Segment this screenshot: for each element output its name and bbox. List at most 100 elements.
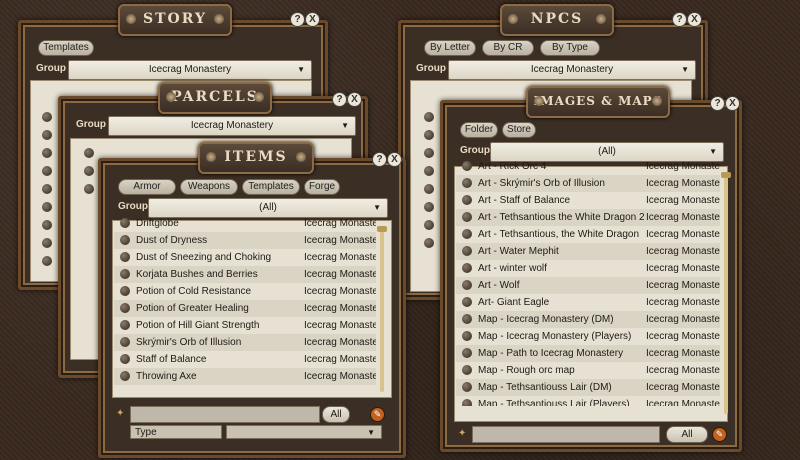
story-group-select[interactable]: Icecrag Monastery ▼ xyxy=(68,60,312,80)
npcs-help-button[interactable]: ? xyxy=(672,12,687,27)
npcs-row-icon[interactable] xyxy=(424,130,434,140)
npcs-row-icon[interactable] xyxy=(424,166,434,176)
images-all-button[interactable]: All xyxy=(666,426,708,443)
images-scrollbar[interactable] xyxy=(721,172,731,414)
tab-armor[interactable]: Armor xyxy=(118,179,176,195)
story-row-icon[interactable] xyxy=(42,202,52,212)
npcs-row-icon[interactable] xyxy=(424,112,434,122)
record-link-icon[interactable] xyxy=(120,337,130,347)
parcels-close-button[interactable]: X xyxy=(347,92,362,107)
record-link-icon[interactable] xyxy=(462,195,472,205)
story-title[interactable]: Story xyxy=(118,4,232,36)
list-item[interactable]: Art - Tethsantious the White Dragon 2 Ice… xyxy=(456,209,720,226)
tab-forge[interactable]: Forge xyxy=(304,179,340,195)
images-close-button[interactable]: X xyxy=(725,96,740,111)
record-link-icon[interactable] xyxy=(462,229,472,239)
record-link-icon[interactable] xyxy=(120,286,130,296)
npcs-title[interactable]: NPCs xyxy=(500,4,614,36)
items-all-button[interactable]: All xyxy=(322,406,350,423)
items-scrollbar[interactable] xyxy=(377,226,387,392)
list-item[interactable]: Korjata Bushes and Berries Icecrag Monast… xyxy=(114,266,376,283)
npcs-by-cr-button[interactable]: By CR xyxy=(482,40,534,56)
parcels-help-button[interactable]: ? xyxy=(332,92,347,107)
record-link-icon[interactable] xyxy=(462,161,472,171)
images-folder-button[interactable]: Folder xyxy=(460,122,498,138)
items-search-input[interactable] xyxy=(130,406,320,423)
list-item[interactable]: Skrýmir's Orb of Illusion Icecrag Monaste… xyxy=(114,334,376,351)
list-item[interactable]: Art - Staff of Balance Icecrag Monastery xyxy=(456,192,720,209)
story-row-icon[interactable] xyxy=(42,220,52,230)
parcels-row-icon[interactable] xyxy=(84,184,94,194)
parcels-title[interactable]: Parcels xyxy=(158,82,272,114)
tab-templates[interactable]: Templates xyxy=(242,179,300,195)
items-title[interactable]: Items xyxy=(198,142,314,174)
parcels-row-icon[interactable] xyxy=(84,166,94,176)
record-link-icon[interactable] xyxy=(120,252,130,262)
images-help-button[interactable]: ? xyxy=(710,96,725,111)
record-link-icon[interactable] xyxy=(462,331,472,341)
items-edit-icon[interactable]: ✎ xyxy=(370,407,385,422)
npcs-row-icon[interactable] xyxy=(424,148,434,158)
story-row-icon[interactable] xyxy=(42,238,52,248)
story-close-button[interactable]: X xyxy=(305,12,320,27)
record-link-icon[interactable] xyxy=(462,263,472,273)
list-item[interactable]: Art - Skrýmir's Orb of Illusion Icecrag M… xyxy=(456,175,720,192)
list-item[interactable]: Map - Icecrag Monastery (Players) Icecrag… xyxy=(456,328,720,345)
items-scroll-knob[interactable] xyxy=(377,226,387,232)
record-link-icon[interactable] xyxy=(462,399,472,406)
parcels-group-select[interactable]: Icecrag Monastery ▼ xyxy=(108,116,356,136)
record-link-icon[interactable] xyxy=(120,235,130,245)
story-row-icon[interactable] xyxy=(42,130,52,140)
list-item[interactable]: Potion of Greater Healing Icecrag Monaste… xyxy=(114,300,376,317)
items-type-select[interactable]: ▼ xyxy=(226,425,382,439)
story-row-icon[interactable] xyxy=(42,184,52,194)
list-item[interactable]: Map - Icecrag Monastery (DM) Icecrag Mona… xyxy=(456,311,720,328)
images-scroll-knob[interactable] xyxy=(721,172,731,178)
story-row-icon[interactable] xyxy=(42,166,52,176)
record-link-icon[interactable] xyxy=(462,178,472,188)
record-link-icon[interactable] xyxy=(462,348,472,358)
npcs-by-letter-button[interactable]: By Letter xyxy=(424,40,476,56)
record-link-icon[interactable] xyxy=(120,269,130,279)
record-link-icon[interactable] xyxy=(120,371,130,381)
list-item[interactable]: Map - Tethsantiouss Lair (DM) Icecrag Mon… xyxy=(456,379,720,396)
images-title[interactable]: Images & Maps xyxy=(526,86,670,118)
list-item[interactable]: Staff of Balance Icecrag Monastery xyxy=(114,351,376,368)
record-link-icon[interactable] xyxy=(462,246,472,256)
list-item[interactable]: Map - Tethsantiouss Lair (Players) Icecra… xyxy=(456,396,720,406)
list-item[interactable]: Map - Rough orc map Icecrag Monastery xyxy=(456,362,720,379)
images-store-button[interactable]: Store xyxy=(502,122,536,138)
list-item[interactable]: Art - winter wolf Icecrag Monastery xyxy=(456,260,720,277)
npcs-row-icon[interactable] xyxy=(424,238,434,248)
items-type-field[interactable]: Type xyxy=(130,425,222,439)
images-edit-icon[interactable]: ✎ xyxy=(712,427,727,442)
record-link-icon[interactable] xyxy=(462,382,472,392)
story-row-icon[interactable] xyxy=(42,256,52,266)
record-link-icon[interactable] xyxy=(120,218,130,228)
items-close-button[interactable]: X xyxy=(387,152,402,167)
npcs-close-button[interactable]: X xyxy=(687,12,702,27)
items-help-button[interactable]: ? xyxy=(372,152,387,167)
record-link-icon[interactable] xyxy=(462,280,472,290)
record-link-icon[interactable] xyxy=(462,314,472,324)
list-item[interactable]: Art - Wolf Icecrag Monastery xyxy=(456,277,720,294)
story-templates-button[interactable]: Templates xyxy=(38,40,94,56)
story-row-icon[interactable] xyxy=(42,148,52,158)
record-link-icon[interactable] xyxy=(120,303,130,313)
list-item[interactable]: Throwing Axe Icecrag Monastery xyxy=(114,368,376,385)
list-item[interactable]: Art - Rick Orc 4 Icecrag Monastery xyxy=(456,158,720,175)
tab-weapons[interactable]: Weapons xyxy=(180,179,238,195)
npcs-group-select[interactable]: Icecrag Monastery ▼ xyxy=(448,60,696,80)
record-link-icon[interactable] xyxy=(462,212,472,222)
npcs-row-icon[interactable] xyxy=(424,202,434,212)
npcs-by-type-button[interactable]: By Type xyxy=(540,40,600,56)
story-help-button[interactable]: ? xyxy=(290,12,305,27)
list-item[interactable]: Driftglobe Icecrag Monastery xyxy=(114,215,376,232)
list-item[interactable]: Potion of Hill Giant Strength Icecrag Mon… xyxy=(114,317,376,334)
npcs-row-icon[interactable] xyxy=(424,184,434,194)
list-item[interactable]: Potion of Cold Resistance Icecrag Monaste… xyxy=(114,283,376,300)
record-link-icon[interactable] xyxy=(462,297,472,307)
list-item[interactable]: Dust of Sneezing and Choking Icecrag Mona… xyxy=(114,249,376,266)
list-item[interactable]: Art - Water Mephit Icecrag Monastery xyxy=(456,243,720,260)
list-item[interactable]: Art- Giant Eagle Icecrag Monastery xyxy=(456,294,720,311)
